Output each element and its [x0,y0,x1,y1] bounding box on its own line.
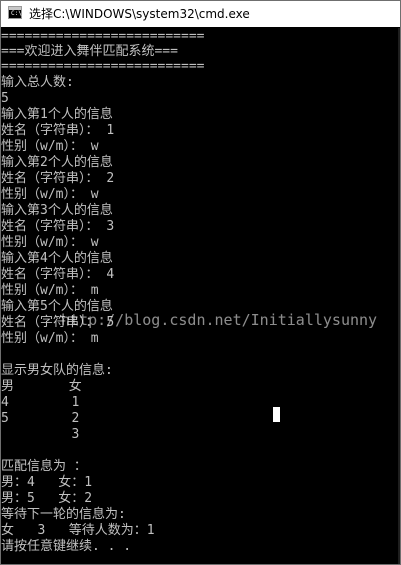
console-line: 等待下一轮的信息为: [1,507,126,522]
console-line: 男：5 女：2 [1,491,93,506]
console-line: 显示男女队的信息: [1,363,113,378]
console-line: 4 1 [1,395,80,410]
console-line: ========================== [1,29,205,44]
cmd-icon: C:\ [8,6,22,19]
console-line: 输入第2个人的信息 [1,155,113,170]
console-output[interactable]: ========================== ===欢迎进入舞伴匹配系统… [1,28,400,564]
console-line: 男 女 [1,379,82,394]
text-cursor [273,407,280,422]
scrollbar[interactable] [398,28,400,564]
console-line: 3 [1,427,80,442]
console-line: 输入总人数: [1,75,74,90]
console-line: 输入第4个人的信息 [1,251,113,266]
console-line: 性别（w/m）： m [1,331,99,346]
title-bar[interactable]: C:\ 选择C:\WINDOWS\system32\cmd.exe [1,1,400,27]
watermark-text: http://blog.csdn.net/Initiallysunny [61,311,378,329]
console-line: 男：4 女：1 [1,475,93,490]
cmd-window: C:\ 选择C:\WINDOWS\system32\cmd.exe ======… [0,0,401,565]
console-line: 5 [1,91,9,106]
console-line: 女 3 等待人数为：1 [1,523,155,538]
console-line: 输入第3个人的信息 [1,203,113,218]
console-line: 5 2 [1,411,80,426]
console-line: ===欢迎进入舞伴匹配系统=== [1,44,178,59]
console-line: 姓名（字符串）： 2 [1,171,115,186]
window-title: 选择C:\WINDOWS\system32\cmd.exe [29,7,250,21]
console-line: 请按任意键继续. . . [1,539,132,554]
console-line: ========================== [1,59,205,74]
console-line: 性别（w/m）： w [1,235,99,250]
console-line: 输入第1个人的信息 [1,107,113,122]
console-line: 姓名（字符串）： 4 [1,267,115,282]
console-line: 姓名（字符串）： 3 [1,219,115,234]
console-line: 匹配信息为 ： [1,459,87,474]
console-line: 性别（w/m）： w [1,187,99,202]
console-line: 性别（w/m）： w [1,139,99,154]
console-line: 姓名（字符串）： 1 [1,123,115,138]
console-line: 性别（w/m）： m [1,283,99,298]
